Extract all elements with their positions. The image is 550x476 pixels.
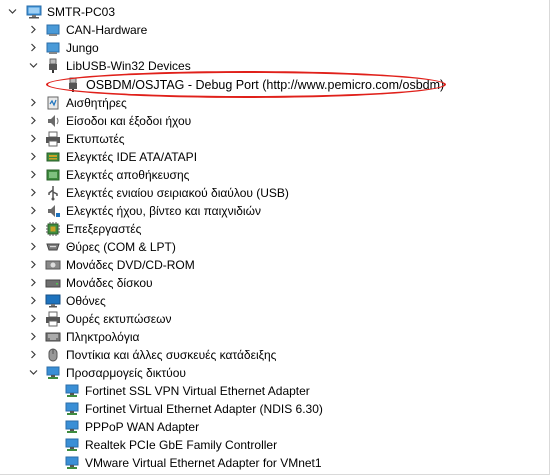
tree-item-label: Ελεγκτές IDE ATA/ATAPI bbox=[66, 150, 198, 164]
chevron-right-icon[interactable] bbox=[29, 166, 39, 184]
tree-item-label: Ελεγκτές αποθήκευσης bbox=[66, 168, 190, 182]
tree-item-label: Realtek PCIe GbE Family Controller bbox=[85, 438, 278, 452]
tree-item-label: Jungo bbox=[66, 41, 99, 55]
tree-item-label: Προσαρμογείς δικτύου bbox=[66, 366, 186, 380]
port-icon bbox=[45, 239, 61, 255]
tree-item-label: Fortinet Virtual Ethernet Adapter (NDIS … bbox=[85, 402, 323, 416]
chevron-down-icon[interactable] bbox=[29, 364, 39, 382]
tree-item-label: Ελεγκτές ήχου, βίντεο και παιχνιδιών bbox=[66, 204, 261, 218]
tree-item-keyboards[interactable]: Πληκτρολόγια bbox=[0, 328, 540, 346]
tree-item-sound-video[interactable]: Ελεγκτές ήχου, βίντεο και παιχνιδιών bbox=[0, 202, 540, 220]
tree-item-label: Πληκτρολόγια bbox=[66, 330, 140, 344]
tree-item-fortinet-ssl[interactable]: Fortinet SSL VPN Virtual Ethernet Adapte… bbox=[0, 382, 540, 400]
chevron-right-icon[interactable] bbox=[29, 256, 39, 274]
tree-item-label: Ποντίκια και άλλες συσκευές κατάδειξης bbox=[66, 348, 277, 362]
chevron-down-icon[interactable] bbox=[29, 57, 39, 75]
root-label: SMTR-PC03 bbox=[47, 5, 116, 19]
tree-item-label: CAN-Hardware bbox=[66, 23, 148, 37]
network-adapter-icon bbox=[64, 455, 80, 471]
tree-item-label: Επεξεργαστές bbox=[66, 222, 142, 236]
usb-plug-icon bbox=[45, 58, 61, 74]
tree-item-label: Θύρες (COM & LPT) bbox=[66, 240, 176, 254]
tree-item-monitors[interactable]: Οθόνες bbox=[0, 292, 540, 310]
tree-item-pppoe[interactable]: PPPoP WAN Adapter bbox=[0, 418, 540, 436]
tree-item-disks[interactable]: Μονάδες δίσκου bbox=[0, 274, 540, 292]
tree-item-sensors[interactable]: Αισθητήρες bbox=[0, 94, 540, 112]
printer-icon bbox=[45, 131, 61, 147]
tree-root-computer[interactable]: SMTR-PC03 bbox=[0, 3, 540, 21]
tree-item-ports[interactable]: Θύρες (COM & LPT) bbox=[0, 238, 540, 256]
tree-item-audio-io[interactable]: Είσοδοι και έξοδοι ήχου bbox=[0, 112, 540, 130]
sensor-icon bbox=[45, 95, 61, 111]
usb-controller-icon bbox=[45, 185, 61, 201]
chevron-right-icon[interactable] bbox=[29, 202, 39, 220]
tree-item-label: Αισθητήρες bbox=[66, 96, 127, 110]
tree-item-label: VMware Virtual Ethernet Adapter for VMne… bbox=[85, 456, 322, 470]
storage-controller-icon bbox=[45, 167, 61, 183]
chevron-right-icon[interactable] bbox=[29, 310, 39, 328]
tree-item-mice[interactable]: Ποντίκια και άλλες συσκευές κατάδειξης bbox=[0, 346, 540, 364]
disk-icon bbox=[45, 275, 61, 291]
tree-item-realtek[interactable]: Realtek PCIe GbE Family Controller bbox=[0, 436, 540, 454]
chevron-right-icon[interactable] bbox=[29, 21, 39, 39]
tree-item-label: Ουρές εκτυπώσεων bbox=[66, 312, 172, 326]
usb-plug-icon bbox=[65, 77, 81, 93]
tree-item-can-hardware[interactable]: CAN-Hardware bbox=[0, 21, 540, 39]
chevron-right-icon[interactable] bbox=[29, 112, 39, 130]
speaker-icon bbox=[45, 113, 61, 129]
device-icon bbox=[45, 40, 61, 56]
processor-icon bbox=[45, 221, 61, 237]
tree-item-label: Εκτυπωτές bbox=[66, 132, 125, 146]
tree-item-storage-controllers[interactable]: Ελεγκτές αποθήκευσης bbox=[0, 166, 540, 184]
chevron-right-icon[interactable] bbox=[29, 184, 39, 202]
keyboard-icon bbox=[45, 329, 61, 345]
chevron-right-icon[interactable] bbox=[29, 292, 39, 310]
tree-item-label: Fortinet SSL VPN Virtual Ethernet Adapte… bbox=[85, 384, 310, 398]
chevron-right-icon[interactable] bbox=[29, 328, 39, 346]
chevron-right-icon[interactable] bbox=[29, 94, 39, 112]
tree-item-label: PPPoP WAN Adapter bbox=[85, 420, 200, 434]
tree-item-dvd[interactable]: Μονάδες DVD/CD-ROM bbox=[0, 256, 540, 274]
tree-item-processors[interactable]: Επεξεργαστές bbox=[0, 220, 540, 238]
network-adapter-icon bbox=[64, 437, 80, 453]
tree-item-label: Μονάδες DVD/CD-ROM bbox=[66, 258, 195, 272]
tree-item-vmware[interactable]: VMware Virtual Ethernet Adapter for VMne… bbox=[0, 454, 540, 472]
chevron-right-icon[interactable] bbox=[29, 220, 39, 238]
ide-controller-icon bbox=[45, 149, 61, 165]
network-adapter-icon bbox=[64, 383, 80, 399]
device-icon bbox=[45, 22, 61, 38]
network-adapter-icon bbox=[64, 401, 80, 417]
device-tree: SMTR-PC03 CAN-Hardware Jungo LibUSB-Win3… bbox=[0, 0, 550, 475]
tree-item-print-queues[interactable]: Ουρές εκτυπώσεων bbox=[0, 310, 540, 328]
chevron-right-icon[interactable] bbox=[29, 274, 39, 292]
chevron-right-icon[interactable] bbox=[29, 238, 39, 256]
tree-item-fortinet-ndis[interactable]: Fortinet Virtual Ethernet Adapter (NDIS … bbox=[0, 400, 540, 418]
tree-item-usb-controllers[interactable]: Ελεγκτές ενιαίου σειριακού διαύλου (USB) bbox=[0, 184, 540, 202]
tree-item-libusb[interactable]: LibUSB-Win32 Devices bbox=[0, 57, 540, 75]
tree-item-label: LibUSB-Win32 Devices bbox=[66, 59, 191, 73]
chevron-right-icon[interactable] bbox=[29, 130, 39, 148]
chevron-right-icon[interactable] bbox=[29, 346, 39, 364]
tree-item-printers[interactable]: Εκτυπωτές bbox=[0, 130, 540, 148]
tree-item-label: Ελεγκτές ενιαίου σειριακού διαύλου (USB) bbox=[66, 186, 289, 200]
print-queue-icon bbox=[45, 311, 61, 327]
mouse-icon bbox=[45, 347, 61, 363]
network-adapter-icon bbox=[45, 365, 61, 381]
sound-card-icon bbox=[45, 203, 61, 219]
tree-item-jungo[interactable]: Jungo bbox=[0, 39, 540, 57]
tree-item-osbdm[interactable]: OSBDM/OSJTAG - Debug Port (http://www.pe… bbox=[0, 76, 540, 94]
tree-item-label: Μονάδες δίσκου bbox=[66, 276, 153, 290]
chevron-right-icon[interactable] bbox=[29, 39, 39, 57]
tree-item-label: Οθόνες bbox=[66, 294, 106, 308]
monitor-icon bbox=[45, 293, 61, 309]
dvd-icon bbox=[45, 257, 61, 273]
chevron-right-icon[interactable] bbox=[29, 148, 39, 166]
tree-item-label: OSBDM/OSJTAG - Debug Port (http://www.pe… bbox=[86, 78, 445, 92]
network-adapter-icon bbox=[64, 419, 80, 435]
tree-item-network[interactable]: Προσαρμογείς δικτύου bbox=[0, 364, 540, 382]
tree-item-ide[interactable]: Ελεγκτές IDE ATA/ATAPI bbox=[0, 148, 540, 166]
tree-item-label: Είσοδοι και έξοδοι ήχου bbox=[66, 114, 192, 128]
computer-icon bbox=[26, 4, 42, 20]
chevron-down-icon[interactable] bbox=[8, 3, 18, 21]
